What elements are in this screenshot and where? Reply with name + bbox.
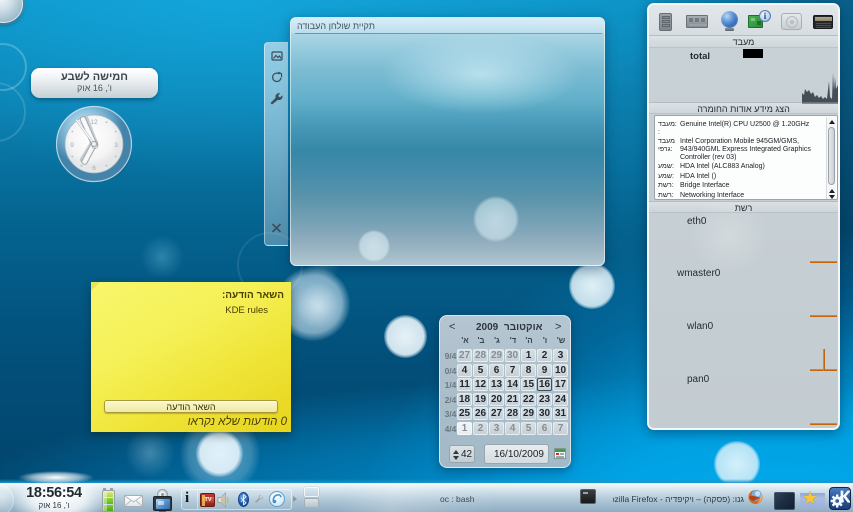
svg-text:3: 3 xyxy=(114,142,118,149)
svg-text:9: 9 xyxy=(70,142,74,149)
svg-text:6: 6 xyxy=(92,165,96,172)
svg-text:12: 12 xyxy=(90,119,98,126)
